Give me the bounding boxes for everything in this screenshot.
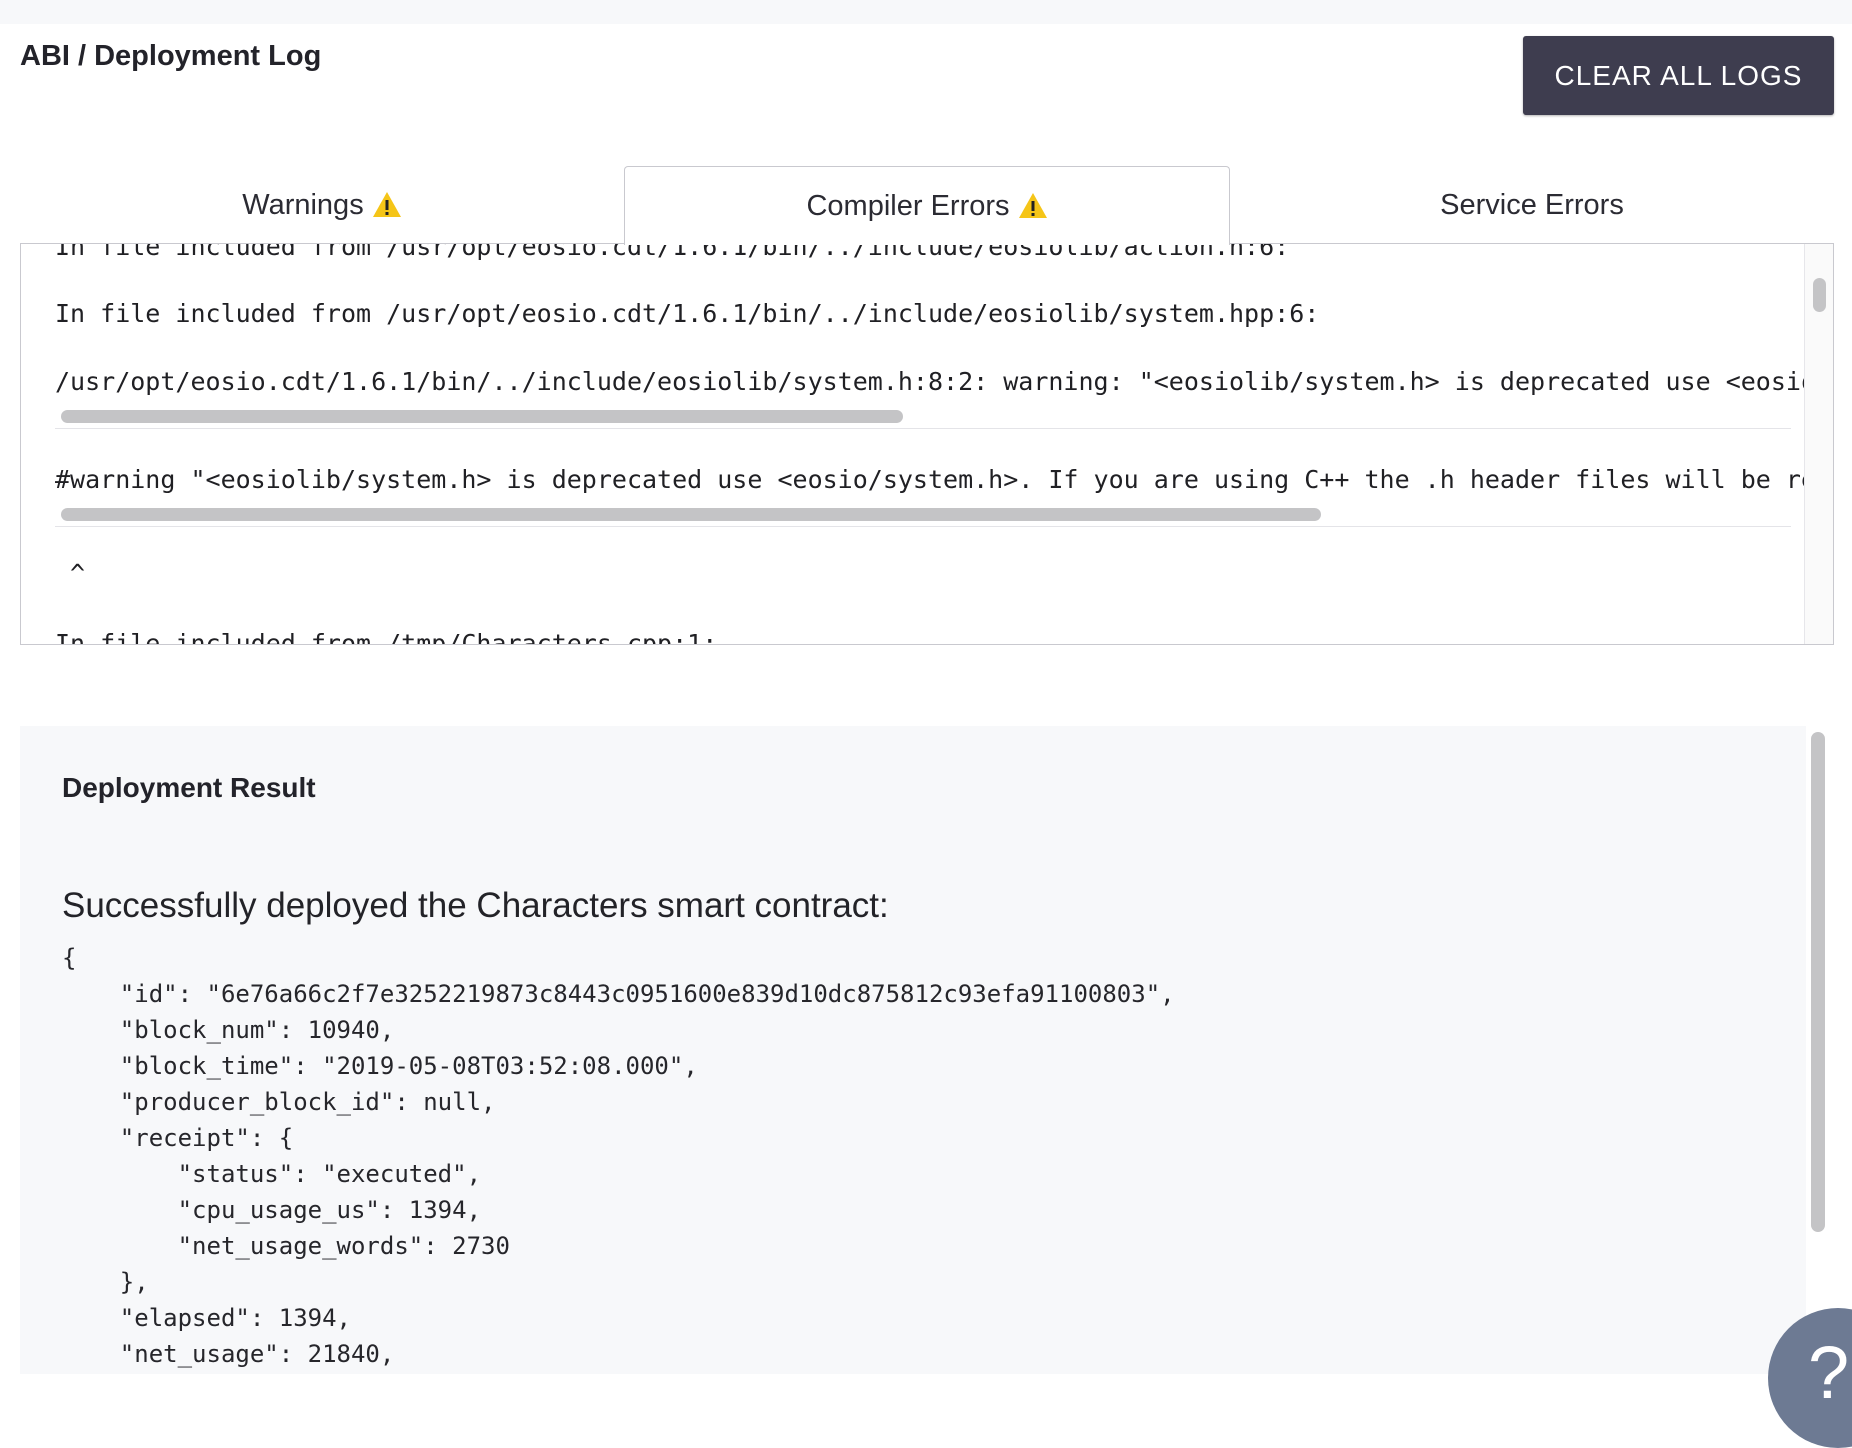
tab-warnings-label: Warnings — [242, 188, 364, 221]
json-line: "id": "6e76a66c2f7e3252219873c8443c09516… — [62, 980, 1175, 1008]
log-line: In file included from /usr/opt/eosio.cdt… — [55, 244, 1290, 261]
tab-warnings[interactable]: Warnings — [20, 166, 624, 244]
scrollbar-thumb[interactable] — [1811, 732, 1825, 1232]
question-mark-icon: ? — [1808, 1331, 1850, 1414]
json-line: "block_time": "2019-05-08T03:52:08.000", — [62, 1052, 698, 1080]
log-line: #warning "<eosiolib/system.h> is depreca… — [55, 465, 1806, 494]
tab-service-errors-label: Service Errors — [1440, 188, 1624, 221]
page-title: ABI / Deployment Log — [20, 40, 322, 72]
scrollbar-thumb[interactable] — [1813, 278, 1826, 312]
json-line: "status": "executed", — [62, 1160, 482, 1188]
scrollbar-thumb[interactable] — [61, 410, 903, 423]
json-line: }, — [62, 1268, 149, 1296]
scrollbar-thumb[interactable] — [61, 508, 1321, 521]
top-strip — [0, 0, 1852, 24]
log-vertical-scrollbar[interactable] — [1804, 244, 1833, 644]
json-line: "net_usage": 21840, — [62, 1340, 395, 1368]
json-line: "producer_block_id": null, — [62, 1088, 496, 1116]
log-line: In file included from /tmp/Characters.cp… — [55, 629, 718, 644]
log-line: ^ — [55, 559, 86, 588]
tab-service-errors[interactable]: Service Errors — [1230, 166, 1834, 244]
log-content: In file included from /usr/opt/eosio.cdt… — [21, 244, 1806, 644]
horizontal-scrollbar[interactable] — [55, 404, 1791, 429]
log-tabs: Warnings Compiler Errors Service Errors — [20, 166, 1834, 245]
warning-icon — [372, 192, 401, 217]
json-line: "receipt": { — [62, 1124, 294, 1152]
compiler-log-panel: In file included from /usr/opt/eosio.cdt… — [20, 243, 1834, 645]
json-line: "cpu_usage_us": 1394, — [62, 1196, 482, 1224]
json-line: { — [62, 944, 77, 972]
deployment-result-heading: Deployment Result — [62, 772, 316, 803]
deployment-result-panel: Deployment Result Successfully deployed … — [20, 726, 1806, 1374]
deployment-success-message: Successfully deployed the Characters sma… — [62, 886, 889, 925]
clear-all-logs-button[interactable]: CLEAR ALL LOGS — [1523, 36, 1834, 115]
json-line: "block_num": 10940, — [62, 1016, 395, 1044]
json-line: "net_usage_words": 2730 — [62, 1232, 510, 1260]
horizontal-scrollbar[interactable] — [55, 502, 1791, 527]
log-line: /usr/opt/eosio.cdt/1.6.1/bin/../include/… — [55, 367, 1806, 396]
warning-icon — [1018, 193, 1047, 218]
json-line: "elapsed": 1394, — [62, 1304, 351, 1332]
tab-compiler-errors-label: Compiler Errors — [806, 189, 1010, 222]
result-vertical-scrollbar[interactable] — [1806, 726, 1852, 1374]
log-line: In file included from /usr/opt/eosio.cdt… — [55, 299, 1320, 328]
tab-compiler-errors[interactable]: Compiler Errors — [624, 166, 1230, 245]
